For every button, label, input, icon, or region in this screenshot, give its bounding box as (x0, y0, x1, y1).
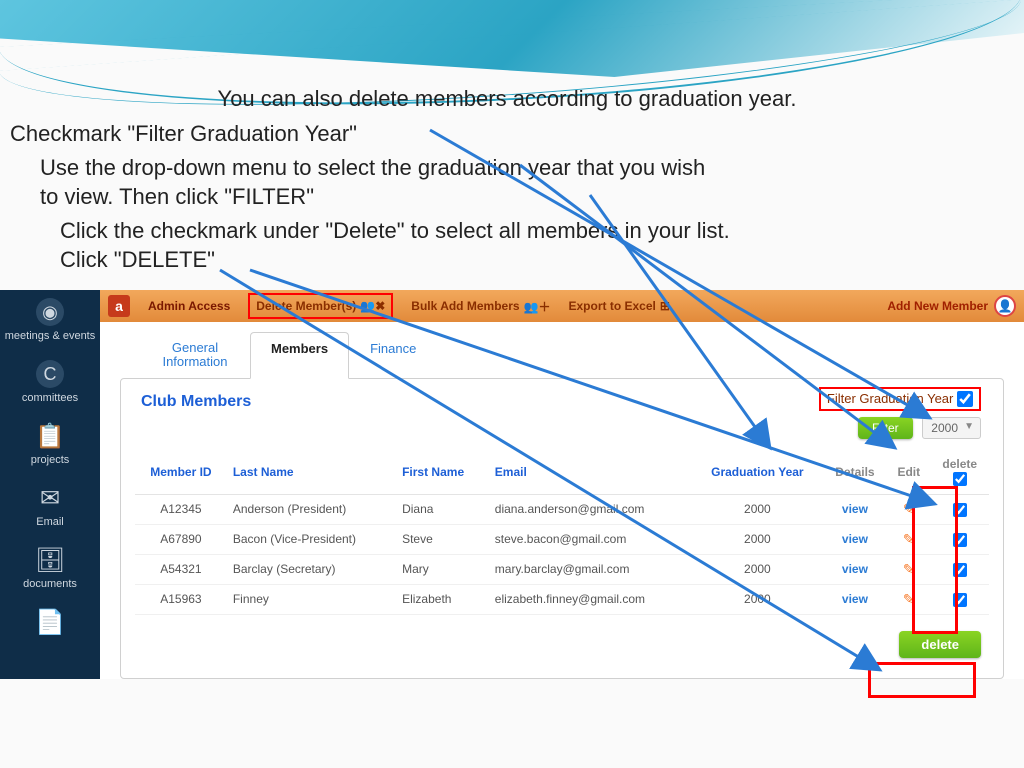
col-first-name[interactable]: First Name (396, 449, 489, 494)
instruction-block: You can also delete members according to… (0, 0, 1024, 275)
sidebar-label: Email (36, 516, 64, 528)
view-link[interactable]: view (842, 562, 868, 576)
export-excel-button[interactable]: Export to Excel ⊞ (569, 299, 670, 313)
delete-members-label: Delete Member(s) (256, 299, 356, 313)
cell-first-name: Diana (396, 494, 489, 524)
add-new-member-button[interactable]: Add New Member 👤 (887, 295, 1016, 317)
app-badge: a (108, 295, 130, 317)
table-row: A54321Barclay (Secretary)Marymary.barcla… (135, 554, 989, 584)
sidebar-label: committees (22, 392, 78, 404)
cell-first-name: Elizabeth (396, 584, 489, 614)
pencil-icon[interactable]: ✎ (903, 561, 915, 577)
tab-bar: General Information Members Finance (140, 332, 1024, 379)
table-row: A12345Anderson (President)Dianadiana.and… (135, 494, 989, 524)
cell-grad-year: 2000 (692, 524, 823, 554)
sidebar-item-projects[interactable]: 📋 projects (0, 414, 100, 474)
tab-general-info[interactable]: General Information (140, 332, 250, 379)
page-icon: 📄 (36, 608, 64, 636)
pencil-icon[interactable]: ✎ (903, 501, 915, 517)
cell-last-name: Barclay (Secretary) (227, 554, 396, 584)
row-delete-checkbox[interactable] (953, 503, 967, 517)
sidebar-item-email[interactable]: ✉ Email (0, 476, 100, 536)
col-delete: delete (930, 449, 989, 494)
sidebar-item-meetings[interactable]: ◉meetings & events (0, 290, 100, 350)
cell-member-id: A12345 (135, 494, 227, 524)
bulk-add-button[interactable]: Bulk Add Members 👥＋ (411, 298, 550, 315)
filter-button[interactable]: Filter (858, 417, 913, 439)
cell-email: elizabeth.finney@gmail.com (489, 584, 692, 614)
user-remove-icon: 👥✖ (360, 299, 385, 313)
sidebar-label: documents (23, 578, 77, 590)
committees-icon: C (36, 360, 64, 388)
sidebar-item-documents[interactable]: 🗄 documents (0, 538, 100, 598)
col-grad-year[interactable]: Graduation Year (692, 449, 823, 494)
cell-member-id: A15963 (135, 584, 227, 614)
delete-members-button[interactable]: Delete Member(s) 👥✖ (248, 293, 393, 319)
pencil-icon[interactable]: ✎ (903, 531, 915, 547)
sidebar-item-committees[interactable]: Ccommittees (0, 352, 100, 412)
sidebar-item-page[interactable]: 📄 (0, 600, 100, 648)
clipboard-icon: 📋 (36, 422, 64, 450)
cell-grad-year: 2000 (692, 554, 823, 584)
filter-controls: Filter Graduation Year Filter 2000 (819, 387, 981, 440)
row-delete-checkbox[interactable] (953, 533, 967, 547)
instruction-title: You can also delete members according to… (10, 85, 1004, 114)
members-table: Member ID Last Name First Name Email Gra… (135, 449, 989, 615)
sidebar: ◉meetings & events Ccommittees 📋 projects… (0, 290, 100, 679)
cell-grad-year: 2000 (692, 494, 823, 524)
view-link[interactable]: view (842, 502, 868, 516)
admin-access-label: Admin Access (148, 299, 230, 313)
members-panel: Club Members Filter Graduation Year Filt… (120, 378, 1004, 679)
user-add-icon: 👤 (994, 295, 1016, 317)
cell-grad-year: 2000 (692, 584, 823, 614)
export-label: Export to Excel (569, 299, 656, 313)
filter-graduation-checkbox[interactable] (957, 391, 973, 407)
cell-last-name: Anderson (President) (227, 494, 396, 524)
cell-last-name: Finney (227, 584, 396, 614)
cabinet-icon: 🗄 (36, 546, 64, 574)
tab-members[interactable]: Members (250, 332, 349, 379)
graduation-year-select[interactable]: 2000 (922, 417, 981, 439)
tab-finance[interactable]: Finance (349, 332, 437, 379)
cell-last-name: Bacon (Vice-President) (227, 524, 396, 554)
cell-first-name: Mary (396, 554, 489, 584)
main-area: a Admin Access Delete Member(s) 👥✖ Bulk A… (100, 290, 1024, 679)
bulk-add-label: Bulk Add Members (411, 299, 519, 313)
mail-icon: ✉ (36, 484, 64, 512)
sidebar-label: projects (31, 454, 70, 466)
table-row: A15963FinneyElizabethelizabeth.finney@gm… (135, 584, 989, 614)
filter-graduation-label: Filter Graduation Year (827, 391, 953, 406)
cell-member-id: A67890 (135, 524, 227, 554)
cell-email: diana.anderson@gmail.com (489, 494, 692, 524)
instruction-line-2: Checkmark "Filter Graduation Year" (10, 120, 1004, 149)
view-link[interactable]: view (842, 592, 868, 606)
app-screenshot: ◉meetings & events Ccommittees 📋 projects… (0, 290, 1024, 679)
col-email[interactable]: Email (489, 449, 692, 494)
row-delete-checkbox[interactable] (953, 563, 967, 577)
excel-icon: ⊞ (660, 299, 670, 313)
table-row: A67890Bacon (Vice-President)Stevesteve.b… (135, 524, 989, 554)
instruction-line-3: Use the drop-down menu to select the gra… (10, 154, 710, 211)
cell-email: steve.bacon@gmail.com (489, 524, 692, 554)
instruction-line-4: Click the checkmark under "Delete" to se… (10, 217, 770, 274)
cell-member-id: A54321 (135, 554, 227, 584)
add-new-label: Add New Member (887, 299, 988, 313)
row-delete-checkbox[interactable] (953, 593, 967, 607)
col-details: Details (823, 449, 887, 494)
delete-all-checkbox[interactable] (953, 472, 967, 486)
cell-email: mary.barclay@gmail.com (489, 554, 692, 584)
col-last-name[interactable]: Last Name (227, 449, 396, 494)
admin-toolbar: a Admin Access Delete Member(s) 👥✖ Bulk A… (100, 290, 1024, 322)
view-link[interactable]: view (842, 532, 868, 546)
col-member-id[interactable]: Member ID (135, 449, 227, 494)
col-edit: Edit (887, 449, 930, 494)
delete-button[interactable]: delete (899, 631, 981, 658)
cell-first-name: Steve (396, 524, 489, 554)
pencil-icon[interactable]: ✎ (903, 591, 915, 607)
user-plus-icon: 👥＋ (524, 298, 551, 315)
sidebar-label: meetings & events (5, 330, 96, 342)
